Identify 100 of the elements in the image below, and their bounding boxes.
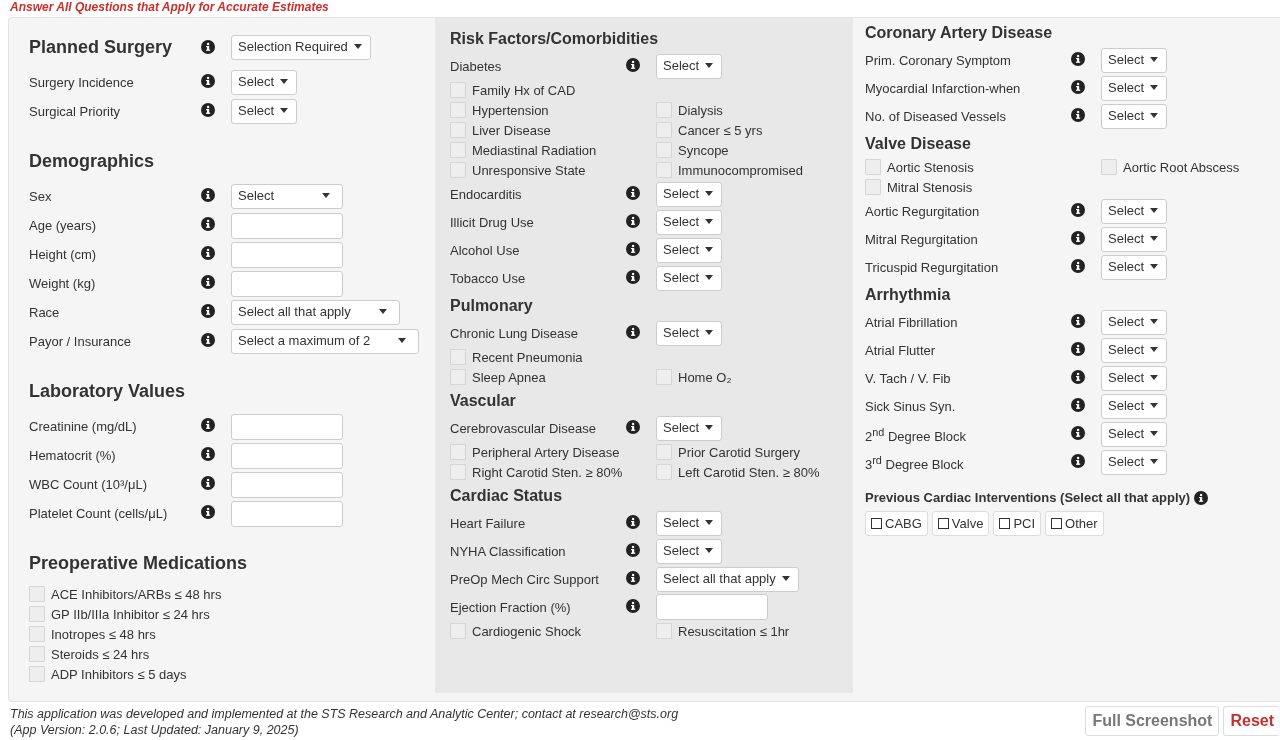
checkbox[interactable] [656,142,672,158]
info-icon[interactable] [1071,425,1085,440]
select-dropdown[interactable]: Select [231,70,298,95]
checkbox[interactable] [450,102,466,118]
info-icon[interactable] [626,241,640,256]
select-dropdown[interactable]: Select [1101,103,1168,129]
checkbox[interactable] [656,102,672,118]
info-icon[interactable] [201,103,215,117]
info-icon[interactable] [201,246,215,260]
info-icon[interactable] [626,213,640,228]
info-icon[interactable] [201,40,215,54]
select-dropdown[interactable]: Select [231,184,343,209]
info-icon[interactable] [1194,491,1209,505]
checkbox-button[interactable]: Other [1045,511,1104,536]
info-icon[interactable] [1071,230,1085,245]
info-icon[interactable] [1071,341,1085,356]
checkbox[interactable] [450,122,466,138]
select-dropdown[interactable]: Select [1101,449,1168,475]
select-dropdown[interactable]: Select [1101,47,1168,73]
select-dropdown[interactable]: Select all that apply [231,300,400,325]
checkbox[interactable] [450,444,466,460]
checkbox[interactable] [29,626,45,642]
checkbox[interactable] [865,179,881,195]
checkbox[interactable] [656,464,672,480]
info-icon[interactable] [1071,79,1085,94]
info-icon[interactable] [201,74,215,88]
checkbox[interactable] [450,623,466,639]
screenshot-button[interactable]: Full Screenshot [1085,706,1220,736]
reset-button[interactable]: Reset [1223,706,1280,736]
checkbox[interactable] [450,142,466,158]
checkbox[interactable] [656,369,672,385]
select-dropdown[interactable]: Select [656,538,723,564]
input-field[interactable] [231,471,343,498]
info-icon[interactable] [626,324,640,339]
info-icon[interactable] [626,269,640,284]
info-icon[interactable] [201,505,215,519]
checkbox-button[interactable]: Valve [931,511,990,536]
select-dropdown[interactable]: Select [656,265,723,291]
select-dropdown[interactable]: Select [1101,254,1168,280]
select-dropdown[interactable]: Select a maximum of 2 [231,329,420,354]
checkbox[interactable] [450,464,466,480]
select-dropdown[interactable]: Select [656,53,723,79]
checkbox[interactable] [450,162,466,178]
select-dropdown[interactable]: Select [656,181,723,207]
select-dropdown[interactable]: Select [231,99,298,124]
checkbox[interactable] [450,349,466,365]
info-icon[interactable] [626,419,640,434]
checkbox-button[interactable]: PCI [993,511,1042,536]
info-icon[interactable] [1071,107,1085,122]
info-icon[interactable] [626,57,640,72]
checkbox[interactable] [656,444,672,460]
checkbox[interactable] [29,606,45,622]
input-field[interactable] [231,212,343,239]
input-field[interactable] [231,413,343,440]
select-dropdown[interactable]: Select [656,415,723,441]
info-icon[interactable] [1071,313,1085,328]
info-icon[interactable] [1071,397,1085,412]
info-icon[interactable] [1071,51,1085,66]
checkbox[interactable] [29,586,45,602]
select-dropdown[interactable]: Select [1101,421,1168,447]
checkbox[interactable] [1101,159,1117,175]
info-icon[interactable] [626,514,640,529]
info-icon[interactable] [201,418,215,432]
select-dropdown[interactable]: Select [1101,309,1168,335]
info-icon[interactable] [201,476,215,490]
checkbox[interactable] [656,122,672,138]
select-dropdown[interactable]: Select [1101,337,1168,363]
select-dropdown[interactable]: Select [1101,226,1168,252]
select-dropdown[interactable]: Select [1101,198,1168,224]
info-icon[interactable] [201,275,215,289]
input-field[interactable] [231,270,343,297]
info-icon[interactable] [626,185,640,200]
checkbox[interactable] [656,162,672,178]
info-icon[interactable] [201,304,215,318]
info-icon[interactable] [1071,202,1085,217]
info-icon[interactable] [201,217,215,231]
checkbox-button[interactable]: CABG [865,511,928,536]
select-dropdown[interactable]: Select [1101,75,1168,101]
info-icon[interactable] [201,333,215,347]
info-icon[interactable] [626,570,640,585]
checkbox[interactable] [450,82,466,98]
info-icon[interactable] [626,598,640,613]
info-icon[interactable] [626,542,640,557]
input-field[interactable] [231,500,343,527]
select-dropdown[interactable]: Select [1101,393,1168,419]
info-icon[interactable] [201,188,215,202]
info-icon[interactable] [201,447,215,461]
checkbox[interactable] [29,646,45,662]
select-dropdown[interactable]: Select [656,237,723,263]
select-dropdown[interactable]: Select all that apply [656,566,799,592]
checkbox[interactable] [29,666,45,682]
input-field[interactable] [231,241,343,268]
input-field[interactable] [656,594,768,620]
checkbox[interactable] [450,369,466,385]
checkbox[interactable] [656,623,672,639]
select-dropdown[interactable]: Select [656,320,723,346]
select-dropdown[interactable]: Selection Required [231,34,371,60]
info-icon[interactable] [1071,258,1085,273]
input-field[interactable] [231,442,343,469]
select-dropdown[interactable]: Select [656,510,723,536]
